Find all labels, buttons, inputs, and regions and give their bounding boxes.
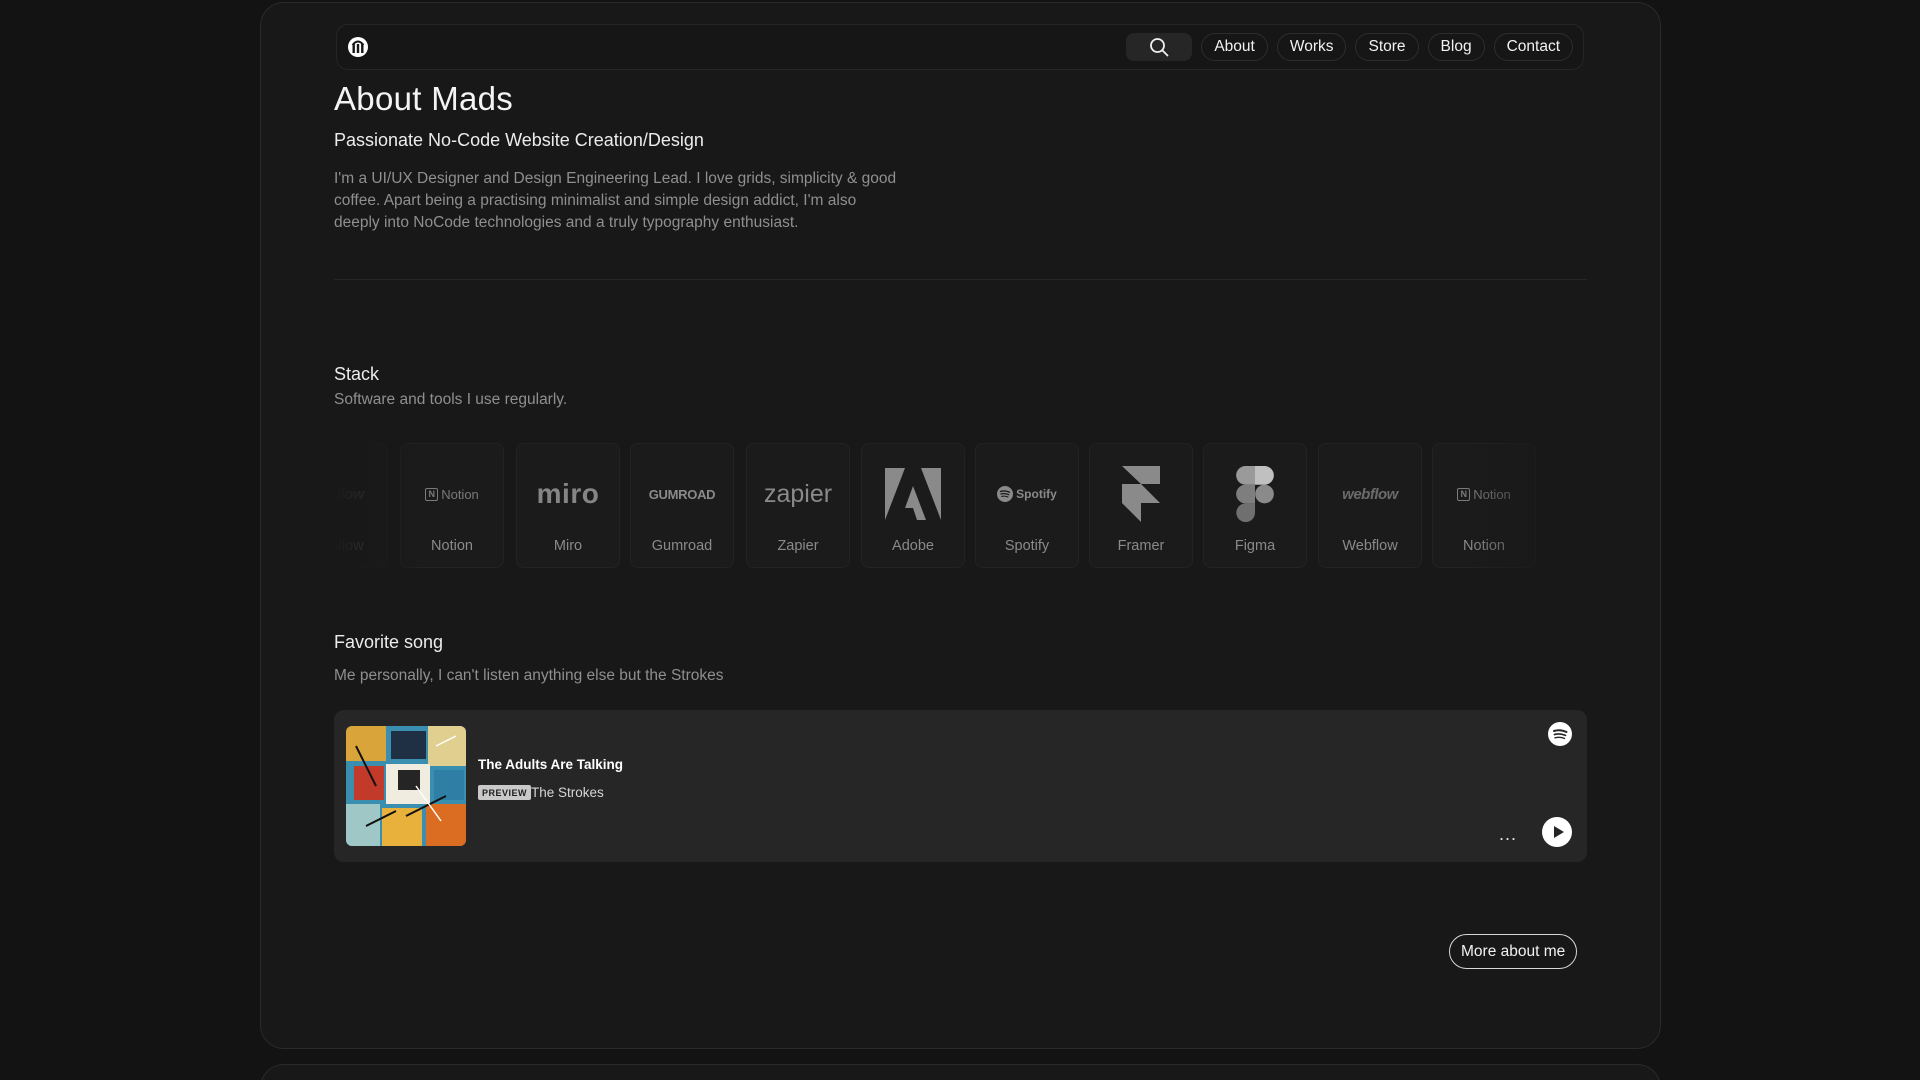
nav-link-works[interactable]: Works xyxy=(1276,33,1347,61)
stack-tile-webflow[interactable]: webflow Webflow xyxy=(334,443,388,568)
gumroad-logo-icon: GUMROAD xyxy=(648,486,716,502)
stack-tile-label: Figma xyxy=(1234,538,1276,554)
webflow-logo-icon: webflow xyxy=(334,485,364,503)
mads-logo-icon[interactable] xyxy=(347,36,369,58)
page-title: About Mads xyxy=(334,80,514,117)
spotify-logo-icon: Spotify xyxy=(997,486,1057,502)
song-description: Me personally, I can't listen anything e… xyxy=(334,667,724,684)
stack-tile-miro[interactable]: miro Miro xyxy=(516,443,620,568)
adobe-logo-icon xyxy=(885,468,941,520)
webflow-logo-icon: webflow xyxy=(1342,485,1398,503)
top-nav: About Works Store Blog Contact xyxy=(336,24,1584,70)
stack-description: Software and tools I use regularly. xyxy=(334,391,568,408)
more-about-me-button[interactable]: More about me xyxy=(1449,934,1578,969)
stack-tile-adobe[interactable]: Adobe xyxy=(861,443,965,568)
stack-tile-figma[interactable]: Figma xyxy=(1203,443,1307,568)
framer-logo-icon xyxy=(1122,466,1160,522)
search-button[interactable] xyxy=(1126,33,1193,61)
nav-link-about[interactable]: About xyxy=(1201,33,1268,61)
zapier-logo-icon: zapier xyxy=(763,479,833,508)
song-heading: Favorite song xyxy=(334,632,444,652)
bio-paragraph: I'm a UI/UX Designer and Design Engineer… xyxy=(334,170,897,231)
more-options-icon[interactable]: ... xyxy=(1499,825,1517,843)
song-title[interactable]: The Adults Are Talking xyxy=(478,757,623,772)
nav-link-store[interactable]: Store xyxy=(1355,33,1419,61)
stack-tile-webflow[interactable]: webflow Webflow xyxy=(1318,443,1422,568)
stack-tile-framer[interactable]: Framer xyxy=(1089,443,1193,568)
divider xyxy=(334,279,1587,280)
stack-tile-label: Zapier xyxy=(777,538,819,554)
page-subtitle: Passionate No-Code Website Creation/Desi… xyxy=(334,130,704,150)
next-section-card xyxy=(260,1064,1661,1080)
stack-tile-gumroad[interactable]: GUMROAD Gumroad xyxy=(630,443,734,568)
stack-tile-label: Gumroad xyxy=(651,538,713,554)
stack-tile-label: Notion xyxy=(1463,538,1505,554)
stack-tile-notion[interactable]: N Notion Notion xyxy=(1432,443,1536,568)
nav-link-contact[interactable]: Contact xyxy=(1493,33,1573,61)
stack-tile-zapier[interactable]: zapier Zapier xyxy=(746,443,850,568)
nav-link-blog[interactable]: Blog xyxy=(1427,33,1485,61)
stack-tile-label: Notion xyxy=(431,538,473,554)
song-artist[interactable]: The Strokes xyxy=(531,785,604,800)
stack-heading: Stack xyxy=(334,364,380,384)
miro-logo-icon: miro xyxy=(536,478,600,509)
stack-carousel[interactable]: webflow Webflow N Notion Notion miro Mir… xyxy=(334,443,1587,568)
stack-tile-label: Webflow xyxy=(1342,538,1398,554)
stack-tile-label: Webflow xyxy=(334,538,364,554)
notion-logo-icon: N Notion xyxy=(1457,487,1511,502)
stack-tile-label: Adobe xyxy=(892,538,934,554)
stack-tile-label: Framer xyxy=(1117,538,1165,554)
stack-tile-label: Spotify xyxy=(1004,538,1050,554)
preview-badge: PREVIEW xyxy=(478,785,532,800)
play-icon[interactable] xyxy=(1542,817,1572,847)
album-cover-image[interactable] xyxy=(346,726,466,846)
stack-tile-label: Miro xyxy=(553,538,583,554)
search-icon xyxy=(1150,38,1169,57)
spotify-embed-player[interactable]: The Adults Are Talking PREVIEW The Strok… xyxy=(334,710,1587,862)
figma-logo-icon xyxy=(1236,466,1274,522)
notion-logo-icon: N Notion xyxy=(425,487,479,502)
stack-tile-spotify[interactable]: Spotify Spotify xyxy=(975,443,1079,568)
stack-tile-notion[interactable]: N Notion Notion xyxy=(400,443,504,568)
spotify-icon[interactable] xyxy=(1548,722,1572,746)
